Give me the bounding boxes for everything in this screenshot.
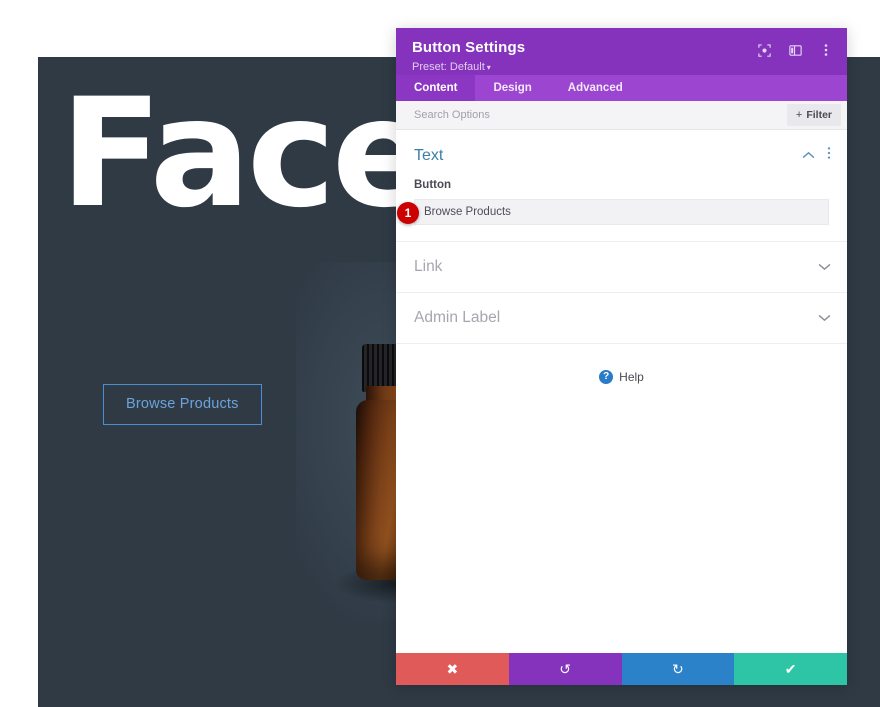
browse-products-cta-button[interactable]: Browse Products	[103, 384, 262, 425]
panel-header-icons	[755, 41, 835, 59]
search-options-row: + Filter	[396, 101, 847, 130]
help-row[interactable]: ? Help	[396, 343, 847, 384]
undo-button[interactable]: ↺	[508, 653, 622, 685]
tab-design[interactable]: Design	[475, 75, 549, 101]
panel-footer-actions: ✖ ↺ ↻ ✔	[396, 653, 847, 685]
chevron-down-icon[interactable]	[818, 258, 831, 276]
kebab-menu-icon[interactable]	[817, 41, 835, 59]
button-text-field-block: Button 1	[396, 179, 847, 241]
button-text-input[interactable]	[414, 199, 829, 225]
section-link-title: Link	[414, 258, 443, 275]
help-question-icon: ?	[599, 370, 614, 384]
panel-header: Button Settings Preset: Default ▾	[396, 28, 847, 75]
plus-icon: +	[795, 109, 803, 121]
section-text-title: Text	[414, 146, 444, 164]
help-link-label[interactable]: Help	[619, 370, 644, 384]
chevron-down-icon[interactable]	[818, 309, 831, 327]
save-button[interactable]: ✔	[734, 653, 847, 685]
chevron-up-icon[interactable]	[802, 147, 815, 165]
tab-content[interactable]: Content	[396, 75, 476, 101]
section-kebab-menu-icon[interactable]	[827, 146, 831, 165]
layout-panel-icon[interactable]	[786, 41, 804, 59]
chevron-down-icon: ▾	[486, 62, 491, 72]
filter-button[interactable]: + Filter	[786, 104, 841, 126]
filter-button-label: Filter	[806, 109, 832, 121]
redo-button[interactable]: ↻	[621, 653, 735, 685]
tab-advanced[interactable]: Advanced	[550, 75, 641, 101]
preset-label: Preset: Default	[412, 60, 485, 73]
button-settings-panel: Button Settings Preset: Default ▾ Conten…	[396, 28, 847, 685]
cancel-button[interactable]: ✖	[396, 653, 509, 685]
step-badge-1: 1	[397, 202, 419, 224]
section-admin-label[interactable]: Admin Label	[396, 292, 847, 343]
section-admin-label-title: Admin Label	[414, 309, 501, 326]
section-text-controls	[802, 146, 831, 165]
hero-heading: Face	[60, 67, 434, 241]
panel-tab-bar: Content Design Advanced	[396, 75, 847, 101]
button-field-label: Button	[414, 179, 452, 191]
preset-selector[interactable]: Preset: Default ▾	[412, 61, 831, 73]
panel-body: Text Button 1 Link	[396, 130, 847, 653]
focus-target-icon[interactable]	[755, 41, 773, 59]
search-options-input[interactable]	[414, 109, 654, 121]
section-link[interactable]: Link	[396, 241, 847, 292]
section-text-header[interactable]: Text	[396, 130, 847, 179]
